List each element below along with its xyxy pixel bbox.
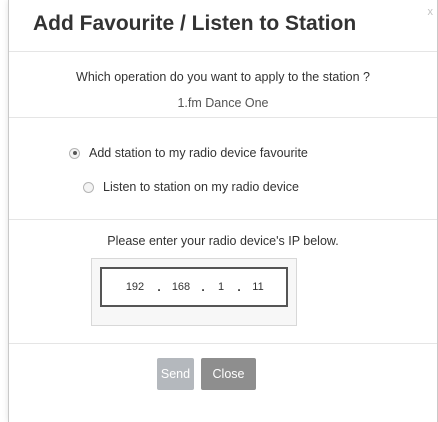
option-label: Listen to station on my radio device bbox=[103, 180, 299, 194]
operation-options: Add station to my radio device favourite… bbox=[9, 118, 437, 220]
close-icon[interactable]: x bbox=[428, 6, 434, 18]
ip-octet-3[interactable]: 1 bbox=[210, 281, 232, 293]
option-label: Add station to my radio device favourite bbox=[89, 146, 308, 160]
option-listen[interactable]: Listen to station on my radio device bbox=[83, 180, 299, 194]
send-button[interactable]: Send bbox=[157, 358, 194, 390]
ip-octet-4[interactable]: 11 bbox=[246, 281, 270, 293]
favourite-dialog: Add Favourite / Listen to Station x Whic… bbox=[8, 0, 438, 422]
radio-button-checked[interactable] bbox=[69, 147, 80, 159]
ip-separator: . bbox=[237, 280, 241, 294]
ip-octet-1[interactable]: 192 bbox=[118, 281, 152, 293]
station-name: 1.fm Dance One bbox=[177, 96, 269, 110]
option-add-favourite[interactable]: Add station to my radio device favourite bbox=[69, 146, 308, 160]
ip-prompt: Please enter your radio device's IP belo… bbox=[107, 234, 339, 248]
radio-button[interactable] bbox=[83, 181, 94, 193]
question-section: Which operation do you want to apply to … bbox=[9, 52, 437, 118]
ip-octet-2[interactable]: 168 bbox=[166, 281, 196, 293]
ip-input-container: 192 . 168 . 1 . 11 bbox=[91, 258, 297, 326]
close-button[interactable]: Close bbox=[201, 358, 256, 390]
ip-address-field: 192 . 168 . 1 . 11 bbox=[100, 267, 288, 307]
ip-section: Please enter your radio device's IP belo… bbox=[9, 220, 437, 344]
operation-question: Which operation do you want to apply to … bbox=[76, 70, 370, 84]
ip-separator: . bbox=[201, 280, 205, 294]
ip-separator: . bbox=[157, 280, 161, 294]
dialog-header: Add Favourite / Listen to Station x bbox=[9, 0, 437, 52]
dialog-title: Add Favourite / Listen to Station bbox=[33, 12, 357, 35]
